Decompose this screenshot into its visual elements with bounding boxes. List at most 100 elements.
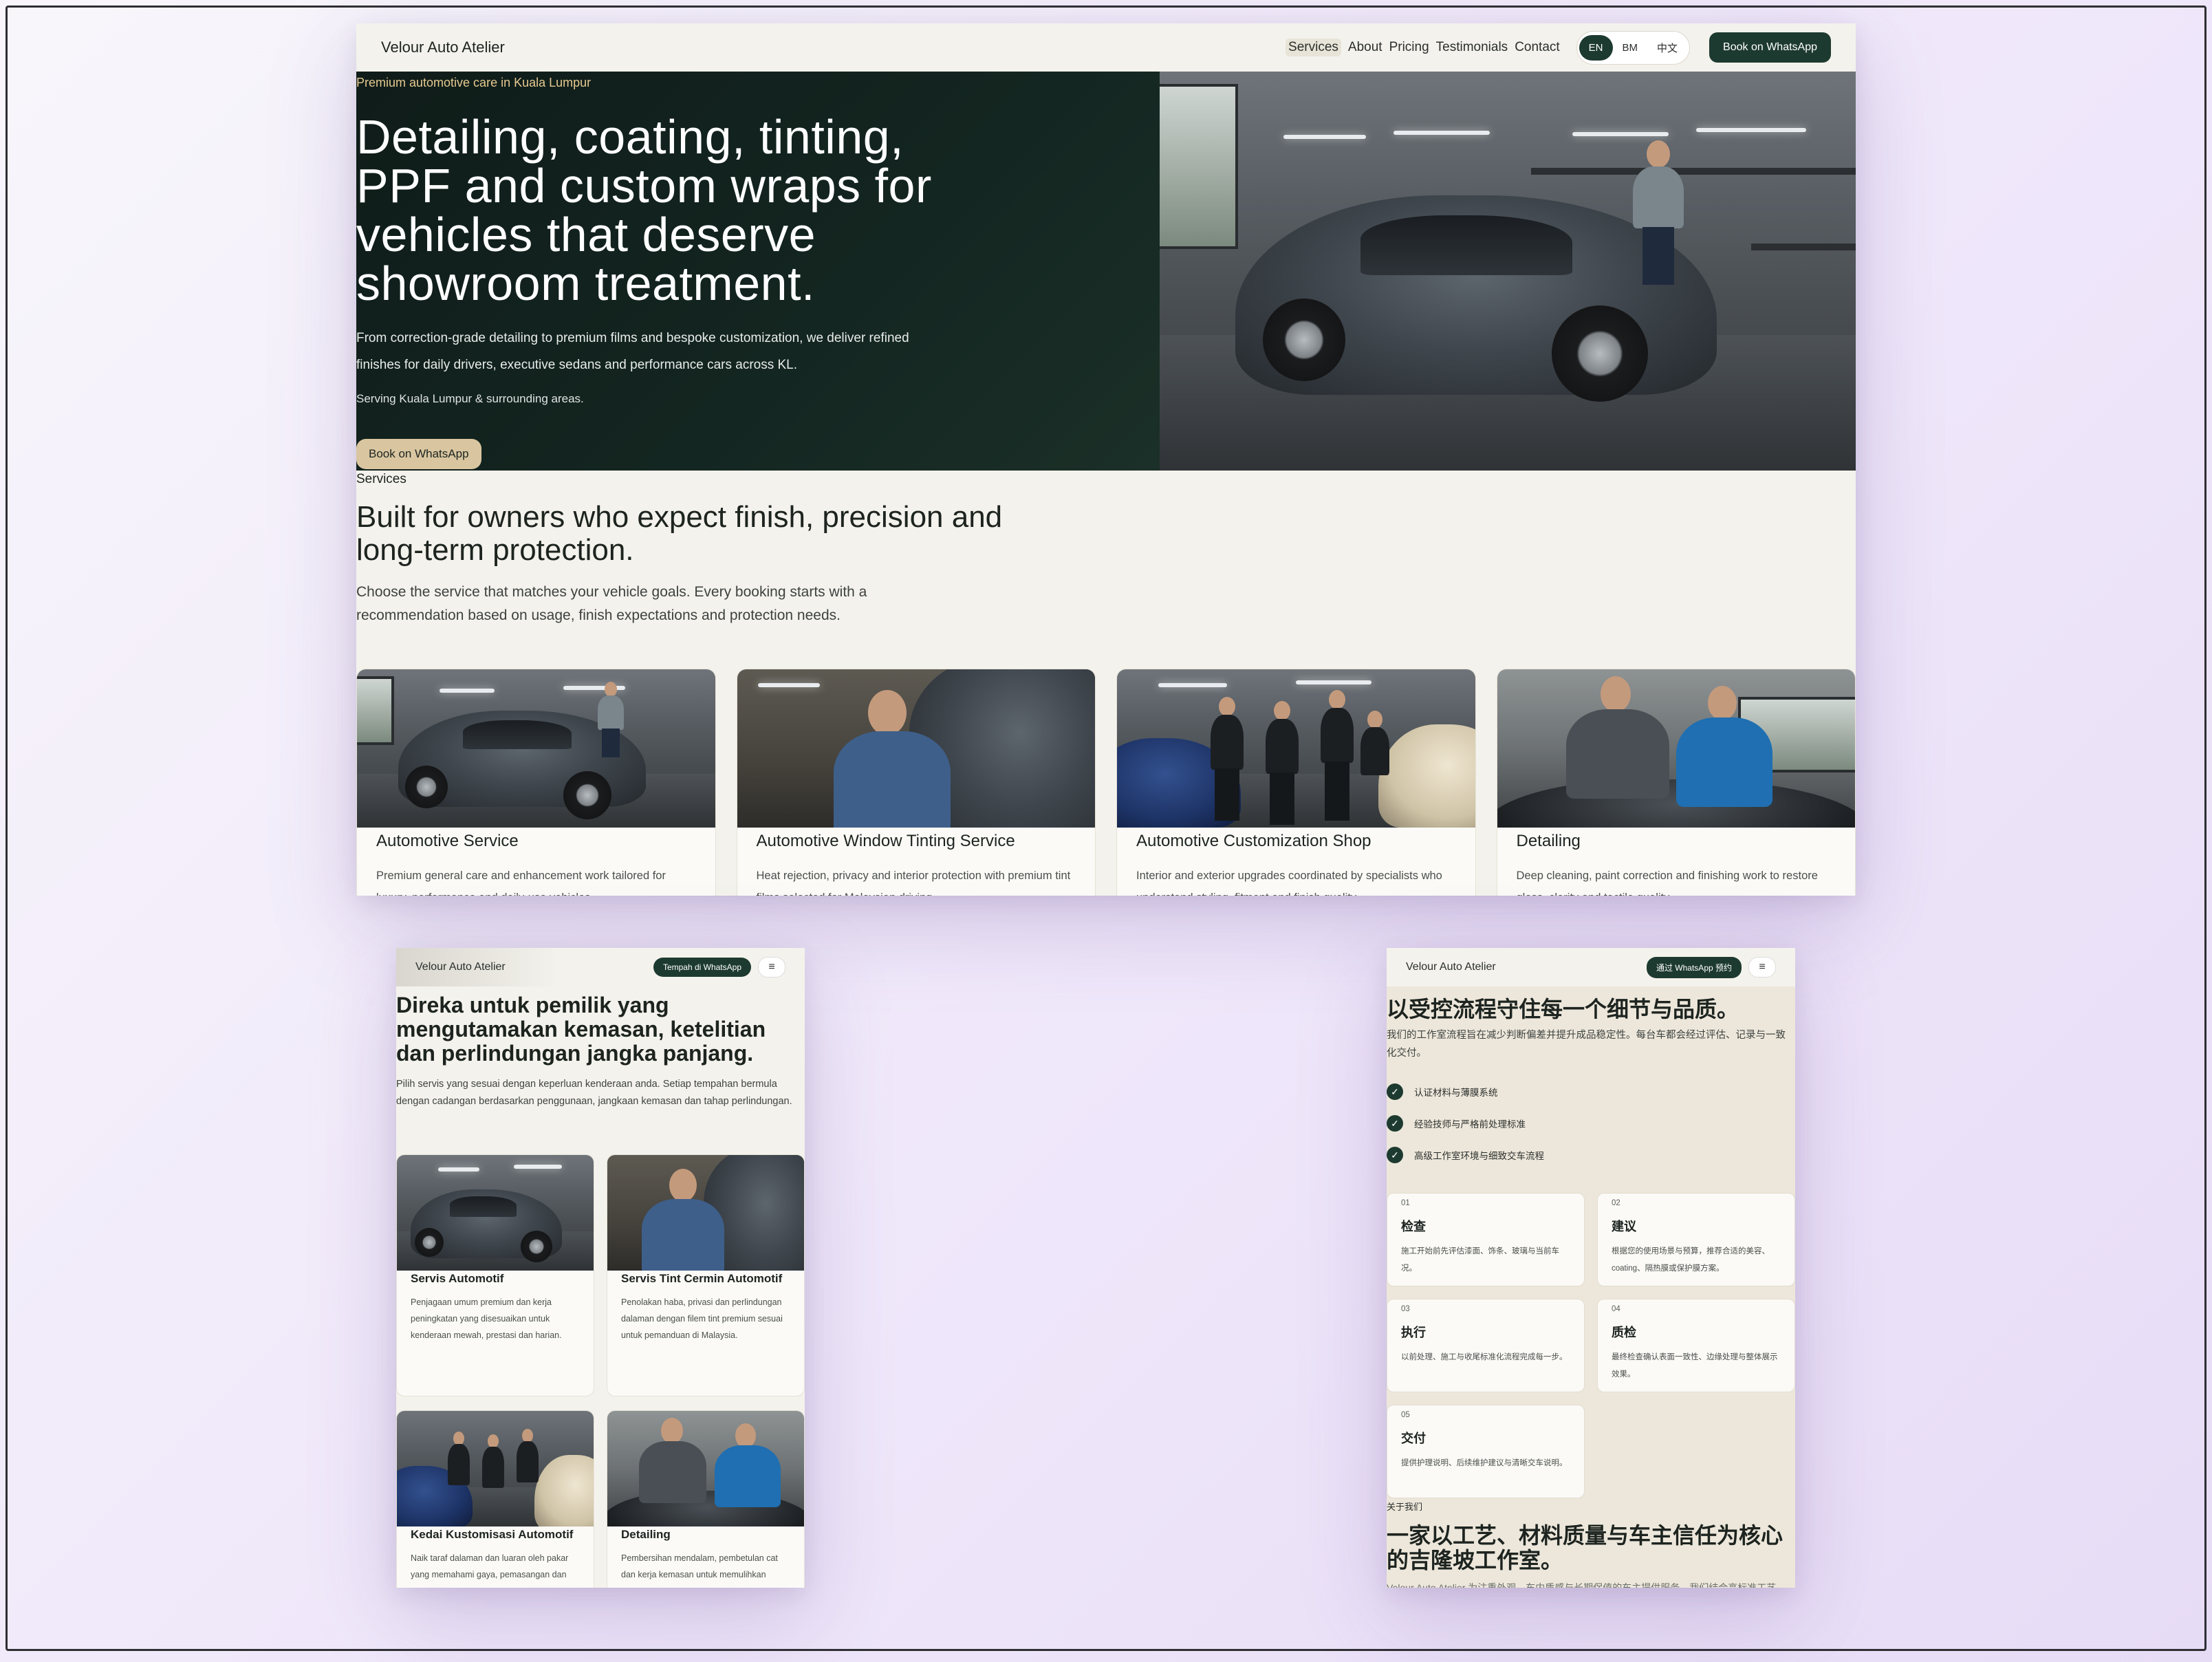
process-checklist: ✓ 认证材料与薄膜系统 ✓ 经验技师与严格前处理标准 ✓ 高级工作室环境与细致交车流程 [1387, 1076, 1544, 1171]
services-description: Choose the service that matches your veh… [356, 584, 867, 623]
nav-link-about[interactable]: About [1348, 40, 1382, 55]
service-card-customization-shop[interactable]: Kedai Kustomisasi Automotif Naik taraf d… [396, 1410, 594, 1588]
checklist-label: 高级工作室环境与细致交车流程 [1414, 1151, 1544, 1161]
service-card-title: Servis Automotif [411, 1272, 504, 1285]
service-card-title: Detailing [621, 1528, 671, 1541]
service-card-title: Detailing [1516, 832, 1581, 850]
service-cards: Automotive Service Premium general care … [356, 669, 1856, 896]
service-card-customization-shop[interactable]: Automotive Customization Shop Interior a… [1116, 669, 1476, 896]
menu-icon[interactable]: ≡ [1748, 957, 1776, 978]
hero-description: From correction-grade detailing to premi… [356, 331, 909, 372]
hero-garage-photo [1160, 72, 1856, 471]
step-number: 01 [1401, 1199, 1410, 1207]
service-card-automotive-service[interactable]: Automotive Service Premium general care … [356, 669, 716, 896]
step-number: 03 [1401, 1305, 1410, 1313]
service-card-description: Pembersihan mendalam, pembetulan cat dan… [621, 1553, 778, 1579]
step-description: 以前处理、施工与收尾标准化流程完成每一步。 [1401, 1353, 1568, 1361]
hero-text-panel: Premium automotive care in Kuala Lumpur … [356, 72, 1160, 471]
menu-icon[interactable]: ≡ [758, 957, 785, 978]
hero-service-area: Serving Kuala Lumpur & surrounding areas… [356, 392, 584, 405]
hero-title: Detailing, coating, tinting, PPF and cus… [356, 110, 932, 310]
services-title: Built for owners who expect finish, prec… [356, 500, 1003, 567]
mobile-navbar: Velour Auto Atelier 通过 WhatsApp 预约 ≡ [1387, 948, 1795, 986]
step-title: 交付 [1401, 1432, 1426, 1445]
step-description: 最终检查确认表面一致性、边缘处理与整体展示效果。 [1612, 1353, 1778, 1379]
lang-bm-button[interactable]: BM [1613, 35, 1648, 61]
team-in-workshop-photo [1117, 669, 1475, 828]
lang-en-button[interactable]: EN [1579, 34, 1613, 61]
service-card-description: Penolakan haba, privasi dan perlindungan… [621, 1297, 783, 1340]
check-icon: ✓ [1387, 1147, 1403, 1163]
service-card-automotive-service[interactable]: Servis Automotif Penjagaan umum premium … [396, 1154, 594, 1396]
service-card-window-tinting[interactable]: Automotive Window Tinting Service Heat r… [736, 669, 1096, 896]
service-card-description: Heat rejection, privacy and interior pro… [756, 870, 1071, 896]
nav-link-pricing[interactable]: Pricing [1389, 40, 1429, 55]
brand-logo[interactable]: Velour Auto Atelier [1406, 961, 1496, 973]
checklist-label: 认证材料与薄膜系统 [1414, 1088, 1498, 1098]
checklist-item: ✓ 经验技师与严格前处理标准 [1387, 1108, 1544, 1139]
checklist-item: ✓ 高级工作室环境与细致交车流程 [1387, 1139, 1544, 1171]
service-card-description: Interior and exterior upgrades coordinat… [1136, 870, 1442, 896]
checklist-item: ✓ 认证材料与薄膜系统 [1387, 1076, 1544, 1108]
service-card-detailing[interactable]: Detailing Deep cleaning, paint correctio… [1496, 669, 1856, 896]
process-description: 我们的工作室流程旨在减少判断偏差并提升成品稳定性。每台车都会经过评估、记录与一致… [1387, 1030, 1786, 1059]
detailing-technicians-photo [607, 1411, 804, 1526]
process-step-execute: 03 执行 以前处理、施工与收尾标准化流程完成每一步。 [1387, 1299, 1585, 1392]
services-title: Direka untuk pemilik yang mengutamakan k… [396, 993, 766, 1066]
book-whatsapp-nav-button[interactable]: Book on WhatsApp [1709, 32, 1831, 63]
service-card-title: Kedai Kustomisasi Automotif [411, 1528, 574, 1541]
service-card-title: Automotive Customization Shop [1136, 832, 1371, 850]
nav-link-services[interactable]: Services [1286, 39, 1341, 56]
step-description: 根据您的使用场景与预算，推荐合适的美容、coating、隔热膜或保护膜方案。 [1612, 1247, 1770, 1273]
services-description: Pilih servis yang sesuai dengan keperlua… [396, 1079, 792, 1107]
process-step-recommend: 02 建议 根据您的使用场景与预算，推荐合适的美容、coating、隔热膜或保护… [1597, 1193, 1795, 1286]
service-card-description: Naik taraf dalaman dan luaran oleh pakar… [411, 1553, 569, 1579]
step-number: 02 [1612, 1199, 1620, 1207]
process-step-inspect: 01 检查 施工开始前先评估漆面、饰条、玻璃与当前车况。 [1387, 1193, 1585, 1286]
hero-book-whatsapp-button[interactable]: Book on WhatsApp [356, 439, 481, 469]
desktop-navbar: Velour Auto Atelier Services About Prici… [356, 23, 1856, 72]
service-card-description: Deep cleaning, paint correction and fini… [1516, 870, 1818, 896]
step-number: 04 [1612, 1305, 1620, 1313]
step-description: 提供护理说明、后续维护建议与清晰交车说明。 [1401, 1459, 1568, 1467]
desktop-preview: Velour Auto Atelier Services About Prici… [356, 23, 1856, 896]
car-in-garage-photo [357, 669, 715, 828]
service-card-title: Automotive Window Tinting Service [756, 832, 1015, 850]
nav-link-testimonials[interactable]: Testimonials [1436, 40, 1508, 55]
about-description: Velour Auto Atelier 为注重外观、车内质感与长期保值的车主提供… [1387, 1582, 1786, 1588]
service-card-title: Servis Tint Cermin Automotif [621, 1272, 783, 1285]
service-card-window-tinting[interactable]: Servis Tint Cermin Automotif Penolakan h… [607, 1154, 805, 1396]
lang-zh-button[interactable]: 中文 [1647, 34, 1687, 62]
service-card-detailing[interactable]: Detailing Pembersihan mendalam, pembetul… [607, 1410, 805, 1588]
nav-link-contact[interactable]: Contact [1515, 40, 1559, 55]
step-description: 施工开始前先评估漆面、饰条、玻璃与当前车况。 [1401, 1247, 1559, 1273]
step-title: 建议 [1612, 1220, 1636, 1233]
team-in-workshop-photo [397, 1411, 594, 1526]
about-eyebrow: 关于我们 [1387, 1502, 1423, 1512]
mobile-preview-zh: Velour Auto Atelier 通过 WhatsApp 预约 ≡ 以受控… [1387, 948, 1795, 1588]
car-in-garage-photo [397, 1155, 594, 1271]
process-step-qc: 04 质检 最终检查确认表面一致性、边缘处理与整体展示效果。 [1597, 1299, 1795, 1392]
mobile-preview-bm: Velour Auto Atelier Tempah di WhatsApp ≡… [396, 948, 805, 1588]
hero-section: Premium automotive care in Kuala Lumpur … [356, 72, 1856, 471]
checklist-label: 经验技师与严格前处理标准 [1414, 1119, 1526, 1130]
check-icon: ✓ [1387, 1083, 1403, 1100]
book-whatsapp-button[interactable]: Tempah di WhatsApp [653, 958, 751, 977]
hero-eyebrow: Premium automotive care in Kuala Lumpur [356, 76, 592, 89]
service-card-description: Premium general care and enhancement wor… [376, 870, 666, 896]
about-title: 一家以工艺、材料质量与车主信任为核心的吉隆坡工作室。 [1387, 1523, 1783, 1573]
mobile-navbar: Velour Auto Atelier Tempah di WhatsApp ≡ [396, 948, 805, 986]
step-title: 执行 [1401, 1326, 1426, 1339]
services-eyebrow: Services [356, 472, 406, 486]
technician-tinting-photo [737, 669, 1095, 828]
service-card-title: Automotive Service [376, 832, 519, 850]
nav-links: Services About Pricing Testimonials Cont… [1286, 30, 1831, 65]
brand-logo[interactable]: Velour Auto Atelier [381, 39, 505, 56]
process-steps: 01 检查 施工开始前先评估漆面、饰条、玻璃与当前车况。 02 建议 根据您的使… [1387, 1193, 1795, 1498]
language-switcher: EN BM 中文 [1576, 30, 1691, 65]
process-title: 以受控流程守住每一个细节与品质。 [1387, 997, 1739, 1022]
brand-logo[interactable]: Velour Auto Atelier [415, 961, 506, 973]
book-whatsapp-button[interactable]: 通过 WhatsApp 预约 [1646, 956, 1742, 978]
step-title: 检查 [1401, 1220, 1426, 1233]
technician-tinting-photo [607, 1155, 804, 1271]
